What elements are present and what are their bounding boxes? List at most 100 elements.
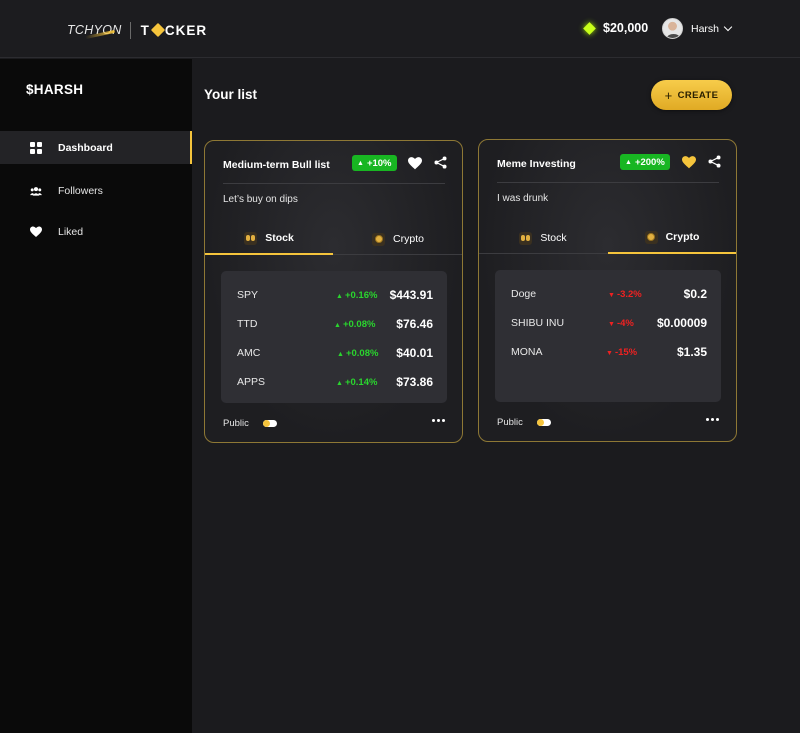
change: ▲ +0.16% bbox=[336, 290, 378, 301]
change-value: -15% bbox=[614, 347, 638, 358]
avatar bbox=[662, 18, 683, 39]
balance: $20,000 bbox=[583, 21, 649, 35]
list-item[interactable]: APPS ▲ +0.14% $73.86 bbox=[221, 374, 447, 390]
price: $73.86 bbox=[396, 375, 433, 389]
watchlist-card[interactable]: Meme Investing ▲ +200% I was drunk Stock … bbox=[478, 139, 737, 442]
symbol: APPS bbox=[237, 376, 266, 388]
holdings-list: SPY ▲ +0.16% $443.91 TTD ▲ +0.08% $76.46 A… bbox=[221, 271, 447, 403]
logo-ticker: T CKER bbox=[141, 23, 208, 38]
tab-crypto[interactable]: Crypto bbox=[608, 222, 736, 254]
sidebar-item-followers[interactable]: Followers bbox=[0, 174, 192, 207]
visibility-label: Public bbox=[223, 418, 249, 429]
card-description: I was drunk bbox=[497, 193, 549, 204]
plus-icon: + bbox=[664, 87, 673, 103]
create-button-label: CREATE bbox=[677, 89, 719, 101]
change: ▼ -3.2% bbox=[608, 289, 642, 300]
watchlist-card[interactable]: Medium-term Bull list ▲ +10% Let’s buy on… bbox=[204, 140, 463, 443]
balance-amount: $20,000 bbox=[603, 21, 649, 35]
symbol: SPY bbox=[237, 289, 259, 301]
sidebar-item-label: Dashboard bbox=[58, 141, 113, 154]
tab-stock[interactable]: Stock bbox=[479, 222, 607, 254]
visibility-label: Public bbox=[497, 417, 523, 428]
symbol: Doge bbox=[511, 288, 537, 300]
symbol: SHIBU INU bbox=[511, 317, 565, 329]
tab-crypto[interactable]: Crypto bbox=[334, 223, 462, 255]
asset-tabs: Stock Crypto bbox=[479, 222, 736, 254]
change-value: +0.14% bbox=[344, 377, 378, 388]
heart-icon[interactable] bbox=[682, 156, 696, 169]
chevron-down-icon bbox=[723, 22, 733, 32]
price: $0.00009 bbox=[656, 316, 707, 330]
top-bar: TCHYON T CKER $20,000 Harsh bbox=[0, 0, 800, 58]
performance-badge: ▲ +200% bbox=[620, 154, 670, 170]
heart-icon bbox=[30, 226, 42, 238]
logo[interactable]: TCHYON T CKER bbox=[67, 21, 208, 40]
logo-ticker-first: T bbox=[140, 22, 150, 38]
change-value: +0.16% bbox=[344, 290, 378, 301]
list-item[interactable]: SHIBU INU ▼ -4% $0.00009 bbox=[495, 315, 721, 331]
symbol: AMC bbox=[237, 347, 261, 359]
up-arrow-icon: ▲ bbox=[625, 158, 632, 166]
create-button[interactable]: + CREATE bbox=[651, 80, 732, 110]
page-title: Your list bbox=[204, 87, 258, 102]
username: Harsh bbox=[691, 22, 720, 35]
followers-icon bbox=[30, 185, 42, 197]
price: $1.35 bbox=[676, 345, 707, 359]
heart-icon[interactable] bbox=[408, 157, 422, 170]
list-item[interactable]: MONA ▼ -15% $1.35 bbox=[495, 344, 721, 360]
change-value: -4% bbox=[616, 318, 634, 329]
more-options-icon[interactable] bbox=[706, 418, 719, 421]
sidebar-brand: $HARSH bbox=[26, 82, 84, 97]
list-item[interactable]: TTD ▲ +0.08% $76.46 bbox=[221, 316, 447, 332]
visibility-toggle[interactable] bbox=[537, 419, 551, 426]
list-item[interactable]: AMC ▲ +0.08% $40.01 bbox=[221, 345, 447, 361]
card-description: Let’s buy on dips bbox=[223, 194, 298, 205]
change-value: +0.08% bbox=[342, 319, 376, 330]
holdings-list: Doge ▼ -3.2% $0.2 SHIBU INU ▼ -4% $0.00009… bbox=[495, 270, 721, 402]
more-options-icon[interactable] bbox=[432, 419, 445, 422]
diamond-icon bbox=[150, 22, 165, 38]
tab-stock[interactable]: Stock bbox=[205, 223, 333, 255]
stock-icon bbox=[244, 231, 258, 245]
symbol: MONA bbox=[511, 346, 543, 358]
logo-ticker-rest: CKER bbox=[164, 22, 208, 38]
list-item[interactable]: Doge ▼ -3.2% $0.2 bbox=[495, 286, 721, 302]
divider bbox=[497, 182, 719, 183]
sidebar-item-label: Liked bbox=[58, 225, 84, 238]
tab-label: Stock bbox=[265, 232, 294, 244]
sidebar: $HARSH Dashboard Followers Liked bbox=[0, 59, 192, 733]
dashboard-icon bbox=[30, 141, 42, 154]
change: ▲ +0.14% bbox=[336, 377, 378, 388]
change-value: +0.08% bbox=[345, 348, 379, 359]
share-icon[interactable] bbox=[434, 156, 447, 169]
logo-tchyon: TCHYON bbox=[67, 23, 122, 40]
change: ▲ +0.08% bbox=[337, 348, 379, 359]
change-value: -3.2% bbox=[616, 289, 642, 300]
change: ▼ -15% bbox=[606, 347, 638, 358]
badge-value: +10% bbox=[366, 157, 392, 169]
divider bbox=[223, 183, 445, 184]
up-arrow-icon: ▲ bbox=[357, 159, 364, 167]
tab-label: Crypto bbox=[393, 233, 424, 245]
crypto-icon bbox=[372, 232, 386, 246]
crypto-icon bbox=[644, 230, 658, 244]
list-item[interactable]: SPY ▲ +0.16% $443.91 bbox=[221, 287, 447, 303]
user-menu[interactable]: Harsh bbox=[662, 18, 733, 39]
change: ▲ +0.08% bbox=[334, 319, 376, 330]
card-title: Meme Investing bbox=[497, 158, 576, 170]
tab-label: Crypto bbox=[665, 231, 700, 243]
sidebar-item-liked[interactable]: Liked bbox=[0, 215, 192, 248]
symbol: TTD bbox=[237, 318, 258, 330]
tab-label: Stock bbox=[540, 232, 567, 244]
share-icon[interactable] bbox=[708, 155, 721, 168]
performance-badge: ▲ +10% bbox=[352, 155, 397, 171]
asset-tabs: Stock Crypto bbox=[205, 223, 462, 255]
logo-divider bbox=[129, 21, 131, 39]
badge-value: +200% bbox=[634, 156, 665, 168]
sidebar-item-dashboard[interactable]: Dashboard bbox=[0, 131, 192, 164]
sidebar-item-label: Followers bbox=[58, 184, 103, 197]
price: $443.91 bbox=[389, 288, 433, 302]
card-title: Medium-term Bull list bbox=[223, 159, 330, 171]
change: ▼ -4% bbox=[608, 318, 634, 329]
visibility-toggle[interactable] bbox=[263, 420, 277, 427]
